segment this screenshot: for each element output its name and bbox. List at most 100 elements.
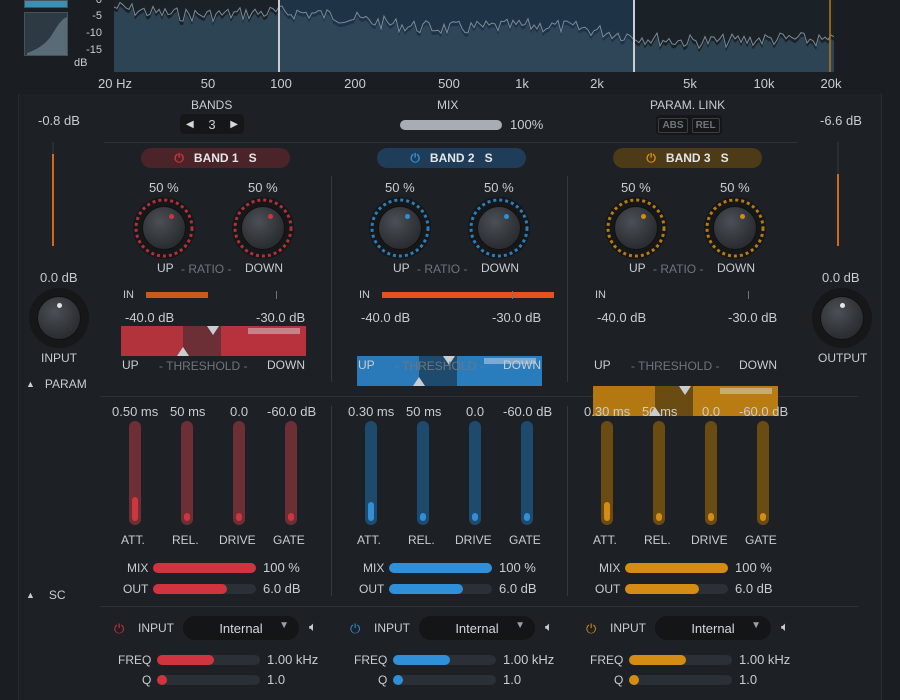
ratio-up-value: 50 %: [385, 180, 415, 195]
sc-q-slider[interactable]: [629, 675, 732, 685]
band-out-value: 6.0 dB: [499, 581, 537, 596]
chevron-down-icon: ▼: [751, 620, 761, 631]
bands-selector[interactable]: ◀ 3 ▶: [180, 114, 244, 134]
solo-button[interactable]: S: [721, 151, 729, 165]
attack-slider[interactable]: [601, 421, 613, 525]
ratio-up-knob[interactable]: [605, 197, 667, 259]
threshold-down-handle[interactable]: [207, 326, 219, 335]
listen-speaker-icon[interactable]: 🔈︎: [309, 619, 317, 635]
next-arrow-icon[interactable]: ▶: [230, 119, 238, 130]
sc-freq-fill: [157, 655, 214, 665]
sc-freq-slider[interactable]: [629, 655, 732, 665]
sidechain-power-icon[interactable]: ⏻: [586, 621, 596, 637]
frequency-axis: 20 Hz 50 100 200 500 1k 2k 5k 10k 20k: [0, 72, 900, 94]
sidechain-power-icon[interactable]: ⏻: [350, 621, 360, 637]
release-slider[interactable]: [417, 421, 429, 525]
attack-label: ATT.: [593, 533, 617, 547]
input-gain-knob[interactable]: [29, 288, 89, 348]
drive-slider[interactable]: [469, 421, 481, 525]
listen-speaker-icon[interactable]: 🔈︎: [781, 619, 789, 635]
gate-fill: [760, 513, 766, 521]
sidechain-source-select[interactable]: Internal ▼: [183, 616, 299, 640]
param-section-toggle[interactable]: ▲ PARAM: [26, 377, 87, 391]
prev-arrow-icon[interactable]: ◀: [186, 119, 194, 130]
threshold-up-label: UP: [122, 358, 139, 372]
view-mode-thumb-top[interactable]: [24, 0, 68, 8]
attack-slider[interactable]: [129, 421, 141, 525]
sc-freq-slider[interactable]: [393, 655, 496, 665]
freq-label: 200: [344, 76, 366, 91]
band-out-slider[interactable]: [625, 584, 728, 594]
freq-label: 2k: [590, 76, 604, 91]
gate-value: -60.0 dB: [503, 404, 553, 419]
threshold-up-value: -40.0 dB: [597, 310, 647, 325]
sc-freq-value: 1.00 kHz: [267, 652, 319, 667]
band-1-header[interactable]: ⏻ BAND 1 S: [141, 148, 290, 168]
sidechain-power-icon[interactable]: ⏻: [114, 621, 124, 637]
threshold-down-handle[interactable]: [679, 386, 691, 395]
threshold-up-handle[interactable]: [177, 347, 189, 356]
peak-marker: [512, 291, 513, 299]
sc-q-value: 1.0: [267, 672, 286, 687]
down-label: DOWN: [481, 261, 519, 275]
gate-value: -60.0 dB: [739, 404, 789, 419]
band-out-value: 6.0 dB: [263, 581, 301, 596]
up-label: UP: [393, 261, 410, 275]
band-out-slider[interactable]: [153, 584, 256, 594]
rel-button[interactable]: REL: [691, 117, 720, 133]
ratio-down-knob[interactable]: [468, 197, 530, 259]
gate-slider[interactable]: [285, 421, 297, 525]
release-slider[interactable]: [181, 421, 193, 525]
peak-marker: [276, 291, 277, 299]
param-link-toggle[interactable]: ABS REL: [656, 115, 722, 135]
sc-q-slider[interactable]: [393, 675, 496, 685]
ratio-down-knob[interactable]: [232, 197, 294, 259]
gate-slider[interactable]: [521, 421, 533, 525]
solo-button[interactable]: S: [249, 151, 257, 165]
sc-section-toggle[interactable]: ▲ SC: [26, 588, 66, 602]
sidechain-source-select[interactable]: Internal ▼: [655, 616, 771, 640]
sidechain-source-select[interactable]: Internal ▼: [419, 616, 535, 640]
global-mix-slider[interactable]: [400, 120, 502, 130]
threshold-range-slider[interactable]: [121, 326, 306, 356]
band-mix-slider[interactable]: [389, 563, 492, 573]
sc-q-fill: [157, 675, 167, 685]
drive-slider[interactable]: [705, 421, 717, 525]
threshold-up-value: -40.0 dB: [125, 310, 175, 325]
ratio-up-knob[interactable]: [369, 197, 431, 259]
band-mix-slider[interactable]: [153, 563, 256, 573]
collapse-icon: ▲: [26, 590, 35, 600]
release-slider[interactable]: [653, 421, 665, 525]
band-mix-slider[interactable]: [625, 563, 728, 573]
output-gain-knob[interactable]: [812, 288, 872, 348]
sc-q-slider[interactable]: [157, 675, 260, 685]
drive-slider[interactable]: [233, 421, 245, 525]
listen-speaker-icon[interactable]: 🔈︎: [545, 619, 553, 635]
band-out-slider[interactable]: [389, 584, 492, 594]
ratio-up-knob[interactable]: [133, 197, 195, 259]
gate-slider[interactable]: [757, 421, 769, 525]
abs-button[interactable]: ABS: [658, 117, 688, 133]
power-icon[interactable]: ⏻: [410, 151, 420, 166]
solo-button[interactable]: S: [485, 151, 493, 165]
threshold-up-handle[interactable]: [413, 377, 425, 386]
ratio-down-knob[interactable]: [704, 197, 766, 259]
power-icon[interactable]: ⏻: [646, 151, 656, 166]
knob-pointer: [169, 214, 174, 219]
sc-freq-slider[interactable]: [157, 655, 260, 665]
curve-view-thumb[interactable]: [24, 12, 68, 56]
band-out-label: OUT: [123, 582, 149, 596]
attack-slider[interactable]: [365, 421, 377, 525]
threshold-up-label: UP: [594, 358, 611, 372]
output-gain-value: 0.0 dB: [822, 270, 860, 285]
band-mix-label: MIX: [599, 561, 621, 575]
gate-fill: [524, 513, 530, 521]
power-icon[interactable]: ⏻: [174, 151, 184, 166]
sc-q-label: Q: [142, 673, 152, 687]
release-fill: [184, 513, 190, 521]
spectrum-display[interactable]: 0 -5 -10 -15 dB: [0, 0, 900, 72]
band-2-header[interactable]: ⏻ BAND 2 S: [377, 148, 526, 168]
attack-value: 0.30 ms: [348, 404, 395, 419]
band-3-header[interactable]: ⏻ BAND 3 S: [613, 148, 762, 168]
band-name: BAND 3: [665, 151, 711, 165]
